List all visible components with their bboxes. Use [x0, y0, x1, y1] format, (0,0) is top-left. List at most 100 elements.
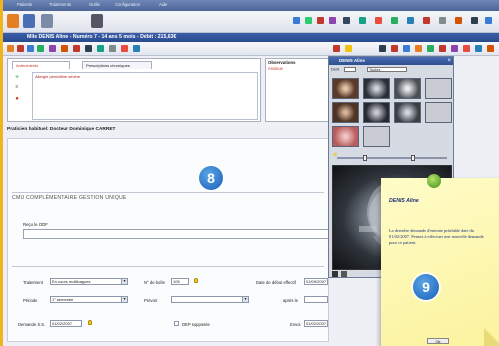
- tool-icon[interactable]: [487, 45, 494, 52]
- menu-item-outils[interactable]: Outils: [89, 2, 100, 7]
- traitement-value: En cours multibagues: [52, 279, 91, 284]
- tab-label: Prescriptions chroniques: [86, 63, 130, 68]
- tool-icon[interactable]: [463, 45, 470, 52]
- close-icon[interactable]: ×: [447, 57, 451, 65]
- edit-icon[interactable]: ≡: [12, 83, 22, 92]
- calendar-icon[interactable]: [41, 14, 53, 28]
- tool-icon[interactable]: [451, 45, 458, 52]
- thumbnail-xray[interactable]: [394, 78, 421, 99]
- thumbnail-empty[interactable]: [425, 78, 452, 99]
- observations-panel: Observations Anxieux: [265, 58, 335, 122]
- delete-icon[interactable]: ●: [12, 95, 22, 104]
- thumbnail-empty[interactable]: [425, 102, 452, 123]
- menu-item-configuration[interactable]: Configuration: [115, 2, 140, 7]
- pin-icon: [427, 174, 441, 188]
- thumbnail-empty[interactable]: [363, 126, 390, 147]
- observations-text[interactable]: Anxieux: [268, 66, 283, 71]
- tool-icon[interactable]: [37, 45, 44, 52]
- dep-checkbox[interactable]: [174, 321, 179, 326]
- tool-icon[interactable]: [423, 17, 430, 24]
- dent-select[interactable]: [344, 67, 357, 72]
- thumbnail-xray[interactable]: [363, 78, 390, 99]
- thumbnail-xray[interactable]: [363, 102, 390, 123]
- thumbnail-photo[interactable]: [332, 126, 359, 147]
- slider-knob[interactable]: [363, 155, 367, 161]
- tool-icon[interactable]: [317, 17, 324, 24]
- apres-input[interactable]: [304, 296, 328, 303]
- app-window: Patients Traitements Outils Configuratio…: [3, 0, 499, 346]
- slider-knob[interactable]: [411, 155, 415, 161]
- tool-icon[interactable]: [391, 17, 398, 24]
- tool-icon[interactable]: [375, 17, 382, 24]
- tool-icon[interactable]: [379, 45, 386, 52]
- image-thumbnails: [332, 78, 452, 148]
- tool-icon[interactable]: [305, 17, 312, 24]
- tool-icon[interactable]: [359, 17, 366, 24]
- recu-field[interactable]: [23, 229, 331, 239]
- tool-icon[interactable]: [61, 45, 68, 52]
- periode-select[interactable]: 1° semestre ▼: [50, 296, 128, 303]
- tool-icon[interactable]: [293, 17, 300, 24]
- physician-label: Praticien habituel: Docteur Dominique CA…: [7, 127, 116, 132]
- nboite-input[interactable]: 105: [171, 278, 189, 285]
- tool-icon[interactable]: [333, 45, 340, 52]
- tool-icon[interactable]: [17, 45, 24, 52]
- menu-item-traitements[interactable]: Traitements: [49, 2, 71, 7]
- view-select[interactable]: Toutes: [367, 67, 408, 72]
- add-icon[interactable]: +: [12, 73, 22, 82]
- tool-icon[interactable]: [133, 45, 140, 52]
- tab-prescriptions[interactable]: Prescriptions chroniques: [82, 61, 152, 69]
- thumbnail-photo[interactable]: [332, 102, 359, 123]
- chevron-down-icon: ▼: [242, 297, 248, 302]
- tool-icon[interactable]: [403, 45, 410, 52]
- tool-icon[interactable]: [455, 17, 462, 24]
- tool-icon[interactable]: [427, 45, 434, 52]
- tool-icon[interactable]: [109, 45, 116, 52]
- lightbulb-icon[interactable]: [194, 278, 198, 283]
- folder-icon[interactable]: [23, 14, 35, 28]
- brightness-slider[interactable]: [337, 155, 447, 161]
- tool-icon[interactable]: [85, 45, 92, 52]
- chevron-down-icon: ▼: [121, 279, 127, 284]
- tool-icon[interactable]: [345, 45, 352, 52]
- tool-icon[interactable]: [485, 17, 492, 24]
- main-toolbar: [3, 11, 499, 33]
- list-item[interactable]: Allergie pénicilline sévère: [35, 74, 80, 79]
- tool-icon[interactable]: [49, 45, 56, 52]
- tool-icon[interactable]: [407, 17, 414, 24]
- lightbulb-icon[interactable]: [88, 320, 92, 325]
- tool-icon[interactable]: [27, 45, 34, 52]
- tool-icon[interactable]: [7, 45, 14, 52]
- tool-icon[interactable]: [471, 17, 478, 24]
- tool-icon[interactable]: [415, 45, 422, 52]
- traitement-select[interactable]: En cours multibagues ▼: [50, 278, 128, 285]
- date-debut-input[interactable]: 01/09/2007: [304, 278, 328, 285]
- tool-icon[interactable]: [121, 45, 128, 52]
- thumbnail-xray[interactable]: [394, 102, 421, 123]
- tab-antecedents[interactable]: Antécédents: [12, 61, 70, 69]
- menu-item-patients[interactable]: Patients: [17, 2, 32, 7]
- settings-icon[interactable]: [91, 14, 103, 28]
- callout-badge: 8: [199, 166, 223, 190]
- tool-icon[interactable]: [391, 45, 398, 52]
- tool-icon[interactable]: [475, 45, 482, 52]
- page-curl: [484, 328, 499, 346]
- viewer-tool-icon[interactable]: [341, 271, 347, 277]
- demande-input[interactable]: 01/02/2007: [50, 320, 82, 327]
- ok-button[interactable]: Ok: [427, 338, 449, 344]
- prevoir-select[interactable]: ▼: [171, 296, 249, 303]
- tool-icon[interactable]: [343, 17, 350, 24]
- menu-item-aide[interactable]: Aide: [159, 2, 167, 7]
- tool-icon[interactable]: [329, 17, 336, 24]
- thumbnail-photo[interactable]: [332, 78, 359, 99]
- view-value: Toutes: [369, 68, 381, 72]
- tool-icon[interactable]: [439, 17, 446, 24]
- divider: [12, 266, 324, 267]
- envoi-input[interactable]: 01/02/2007: [304, 320, 328, 327]
- tool-icon[interactable]: [73, 45, 80, 52]
- patient-icon[interactable]: [7, 14, 19, 28]
- tool-icon[interactable]: [439, 45, 446, 52]
- viewer-tool-icon[interactable]: [332, 271, 338, 277]
- tool-icon[interactable]: [97, 45, 104, 52]
- imaging-title: DENIS Aline: [329, 57, 453, 65]
